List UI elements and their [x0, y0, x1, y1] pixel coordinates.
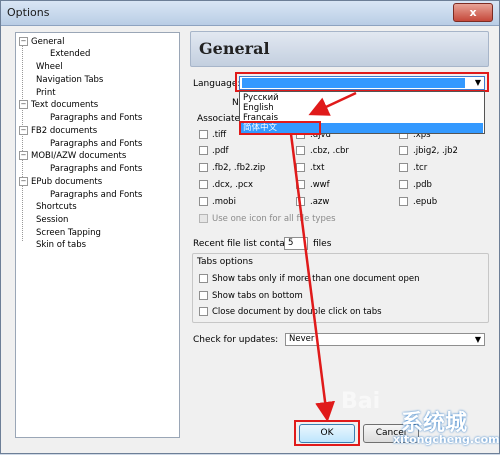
arrow-to-ok-icon: [289, 133, 336, 422]
options-window: Options x − General Extended Wheel Naviga…: [0, 0, 500, 454]
arrow-to-chinese-icon: [308, 91, 357, 116]
annotation-arrows: [289, 91, 357, 422]
watermark-logo: Bai: [341, 389, 381, 414]
watermark-url: xitongcheng.com: [393, 433, 500, 446]
